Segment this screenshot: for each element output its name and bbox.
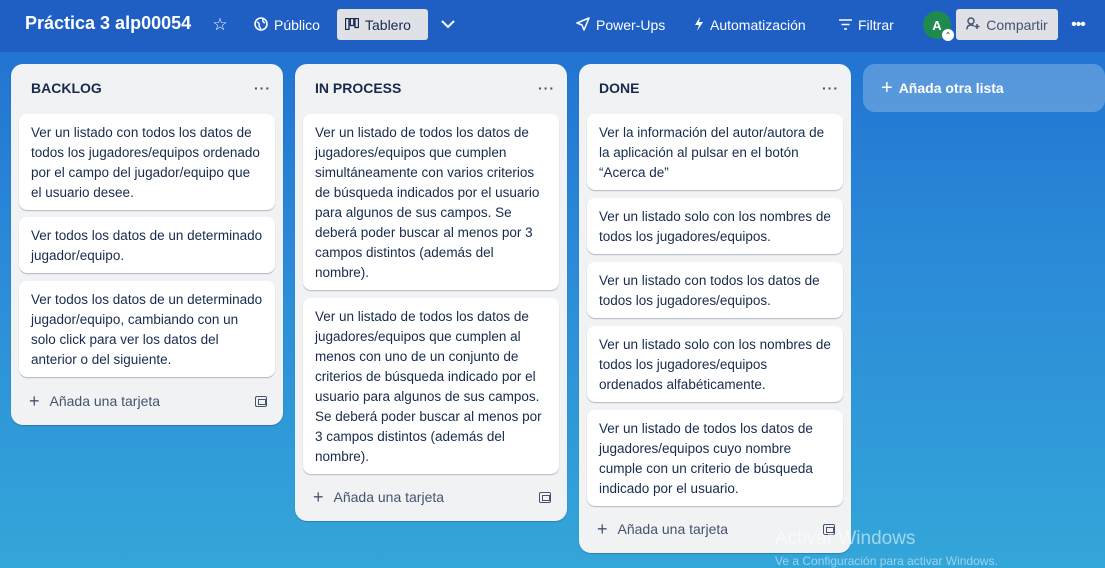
add-card-button[interactable]: + Añada una tarjeta <box>29 391 160 412</box>
more-icon[interactable]: ••• <box>1064 9 1092 40</box>
filter-icon <box>839 18 852 32</box>
powerups-label: Power-Ups <box>596 16 666 33</box>
add-list-label: Añada otra lista <box>898 80 1004 96</box>
plus-icon: + <box>881 76 893 99</box>
add-card-label: Añada una tarjeta <box>617 521 729 537</box>
card[interactable]: Ver un listado de todos los datos de jug… <box>587 410 843 506</box>
card[interactable]: Ver un listado de todos los datos de jug… <box>303 298 559 474</box>
activation-watermark-title: Activar Windows <box>775 528 916 549</box>
board-icon <box>344 17 360 32</box>
list-header: BACKLOG ··· <box>31 78 271 98</box>
add-card-label: Añada una tarjeta <box>333 489 445 505</box>
list-done: DONE ··· Ver la información del autor/au… <box>579 64 851 553</box>
list-header: IN PROCESS ··· <box>315 78 555 98</box>
card[interactable]: Ver todos los datos de un determinado ju… <box>19 281 275 377</box>
view-switcher-button[interactable]: Tablero <box>337 9 428 40</box>
list-title[interactable]: BACKLOG <box>31 80 102 96</box>
filter-label: Filtrar <box>858 16 894 33</box>
list-menu-icon[interactable]: ··· <box>538 80 555 96</box>
card-template-icon[interactable] <box>255 395 267 407</box>
card[interactable]: Ver un listado solo con los nombres de t… <box>587 326 843 402</box>
powerups-button[interactable]: Power-Ups <box>568 9 673 40</box>
add-card-row: + Añada una tarjeta <box>303 482 559 512</box>
card[interactable]: Ver un listado con todos los datos de to… <box>19 114 275 210</box>
card[interactable]: Ver todos los datos de un determinado ju… <box>19 217 275 273</box>
filter-button[interactable]: Filtrar <box>831 9 902 40</box>
rocket-icon <box>576 16 590 33</box>
automation-button[interactable]: Automatización <box>686 9 814 40</box>
list-menu-icon[interactable]: ··· <box>822 80 839 96</box>
card[interactable]: Ver la información del autor/autora de l… <box>587 114 843 190</box>
plus-icon: + <box>313 486 324 507</box>
share-label: Compartir <box>986 16 1048 33</box>
lightning-icon <box>694 16 704 33</box>
plus-icon: + <box>29 390 40 411</box>
visibility-button[interactable]: Público <box>246 9 328 40</box>
chevron-down-icon[interactable] <box>436 9 460 40</box>
card[interactable]: Ver un listado solo con los nombres de t… <box>587 198 843 254</box>
plus-icon: + <box>597 518 608 539</box>
board-header: Práctica 3 alp00054 ☆ Público Tablero Po… <box>0 0 1105 52</box>
avatar[interactable]: A ⌃ <box>923 11 954 41</box>
list-header: DONE ··· <box>599 78 839 98</box>
add-card-button[interactable]: + Añada una tarjeta <box>313 487 444 508</box>
view-label: Tablero <box>365 16 411 33</box>
add-card-button[interactable]: + Añada una tarjeta <box>597 519 728 540</box>
card-template-icon[interactable] <box>539 491 551 503</box>
add-person-icon <box>966 17 980 32</box>
list-title[interactable]: DONE <box>599 80 639 96</box>
share-button[interactable]: Compartir <box>956 9 1058 40</box>
visibility-label: Público <box>274 16 320 33</box>
card[interactable]: Ver un listado con todos los datos de to… <box>587 262 843 318</box>
globe-icon <box>254 16 268 33</box>
board-title[interactable]: Práctica 3 alp00054 <box>25 13 191 34</box>
admin-badge-icon: ⌃ <box>942 29 954 41</box>
activation-watermark-subtitle: Ve a Configuración para activar Windows. <box>775 554 998 568</box>
add-card-row: + Añada una tarjeta <box>19 386 275 416</box>
list-menu-icon[interactable]: ··· <box>254 80 271 96</box>
add-card-label: Añada una tarjeta <box>49 393 161 409</box>
automation-label: Automatización <box>710 16 806 33</box>
star-icon[interactable]: ☆ <box>208 9 232 40</box>
add-list-button[interactable]: + Añada otra lista <box>863 64 1105 112</box>
list-title[interactable]: IN PROCESS <box>315 80 401 96</box>
list-backlog: BACKLOG ··· Ver un listado con todos los… <box>11 64 283 425</box>
avatar-initial: A <box>932 17 942 33</box>
list-in-process: IN PROCESS ··· Ver un listado de todos l… <box>295 64 567 521</box>
card[interactable]: Ver un listado de todos los datos de jug… <box>303 114 559 290</box>
